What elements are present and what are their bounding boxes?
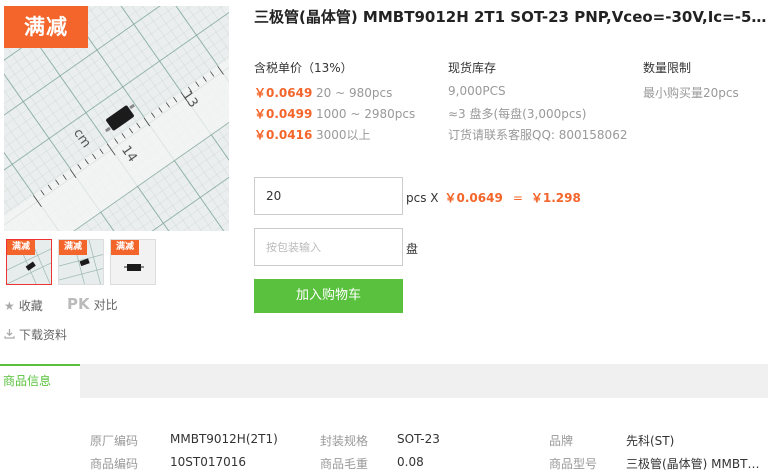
download-datasheet-link[interactable]: 下载资料 (4, 326, 67, 343)
spec-weight-label: 商品毛重 (320, 457, 369, 471)
thumbnail-promo-badge: 满减 (7, 240, 35, 255)
spec-product-code: 10ST017016 (170, 455, 247, 469)
tier-range: 1000 ~ 2980pcs (316, 107, 416, 121)
package-unit: 盘 (406, 242, 419, 256)
thumbnail-2[interactable]: 满减 (58, 239, 104, 285)
favorite-button[interactable]: ★ 收藏 (4, 297, 43, 314)
min-order-text: 最小购买量20pcs (643, 86, 739, 100)
promo-badge: 满减 (4, 6, 88, 48)
price-tier-2: ￥0.0499 1000 ~ 2980pcs (254, 105, 415, 122)
thumbnail-promo-badge: 满减 (59, 240, 87, 255)
limit-header: 数量限制 (643, 61, 692, 75)
price-tier-3: ￥0.0416 3000以上 (254, 126, 371, 143)
main-product-image[interactable]: cm 14 13 满减 (4, 6, 229, 231)
thumbnail-promo-badge: 满减 (111, 240, 139, 255)
tier-price: ￥0.0416 (254, 128, 313, 142)
spec-brand-label: 品牌 (549, 434, 574, 448)
star-icon: ★ (4, 298, 15, 313)
calc-total-price: ￥1.298 (530, 191, 581, 205)
stock-reels: ≈3 盘多(每盘(3,000pcs) (448, 107, 587, 121)
spec-product-code-label: 商品编码 (90, 457, 139, 471)
spec-original-code-label: 原厂编码 (90, 434, 139, 448)
package-quantity-input[interactable] (254, 228, 403, 266)
spec-package-label: 封装规格 (320, 434, 369, 448)
tier-price: ￥0.0499 (254, 107, 313, 121)
spec-original-code: MMBT9012H(2T1) (170, 432, 278, 446)
product-title: 三极管(晶体管) MMBT9012H 2T1 SOT-23 PNP,Vceo=-… (254, 8, 768, 26)
spec-brand: 先科(ST) (626, 434, 675, 448)
quantity-input[interactable] (254, 177, 403, 215)
compare-label: 对比 (93, 297, 118, 312)
pk-icon: PK (67, 295, 90, 313)
spec-weight: 0.08 (397, 455, 424, 469)
equals-sign: = (512, 191, 523, 205)
price-calculation: pcs X ￥0.0649 = ￥1.298 (406, 189, 581, 206)
download-label: 下载资料 (19, 328, 68, 342)
thumbnail-1[interactable]: 满减 (6, 239, 52, 285)
price-tier-1: ￥0.0649 20 ~ 980pcs (254, 84, 392, 101)
price-header: 含税单价（13%） (254, 61, 353, 75)
stock-quantity: 9,000PCS (448, 84, 506, 98)
add-to-cart-button[interactable]: 加入购物车 (254, 279, 403, 313)
tier-range: 20 ~ 980pcs (316, 86, 393, 100)
spec-model-label: 商品型号 (549, 457, 598, 471)
thumbnail-3[interactable]: 满减 (110, 239, 156, 285)
calc-unit-price: ￥0.0649 (444, 191, 503, 205)
spec-model: 三极管(晶体管) MMBT9012H 2T1 (626, 457, 766, 471)
compare-button[interactable]: PK 对比 (67, 295, 118, 313)
unit-multiplier: pcs X (406, 191, 439, 205)
download-icon (4, 328, 15, 342)
stock-contact: 订货请联系客服QQ: 800158062 (448, 128, 628, 142)
spec-package: SOT-23 (397, 432, 440, 446)
favorite-label: 收藏 (18, 299, 43, 313)
detail-tab-bar: 商品信息 (0, 364, 768, 398)
tier-range: 3000以上 (316, 128, 371, 142)
tab-product-info[interactable]: 商品信息 (0, 364, 80, 398)
tier-price: ￥0.0649 (254, 86, 313, 100)
stock-header: 现货库存 (448, 61, 497, 75)
